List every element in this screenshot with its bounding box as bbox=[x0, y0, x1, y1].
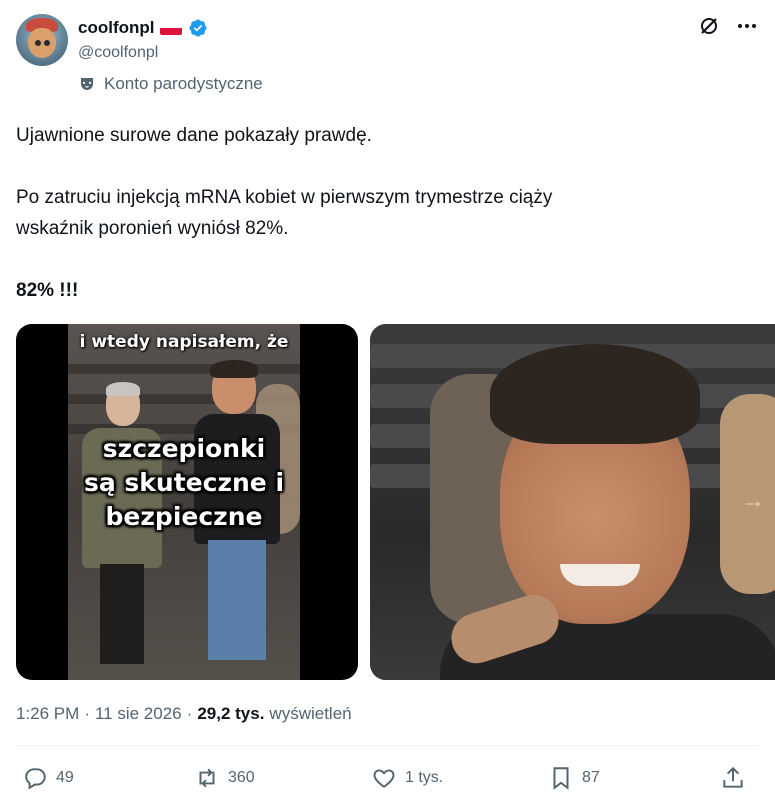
media-image-closeup[interactable]: → bbox=[370, 324, 775, 680]
repost-button[interactable]: 360 bbox=[194, 765, 255, 791]
meta-separator: · bbox=[84, 704, 90, 723]
meme-main-caption: szczepionki są skuteczne i bezpieczne bbox=[68, 432, 300, 534]
author-name-row: coolfonpl bbox=[78, 16, 208, 40]
tweet-time[interactable]: 1:26 PM bbox=[16, 704, 79, 724]
media-image-meme[interactable]: i wtedy napisałem, że szczepionki są sku… bbox=[16, 324, 358, 680]
views-count: 29,2 tys. bbox=[197, 704, 265, 723]
repost-count: 360 bbox=[228, 769, 255, 786]
reply-icon bbox=[22, 765, 48, 791]
tweet-line: Ujawnione surowe dane pokazały prawdę. bbox=[16, 125, 372, 146]
repost-icon bbox=[194, 765, 220, 791]
parody-label: Konto parodystyczne bbox=[104, 74, 263, 93]
next-image-arrow-icon[interactable]: → bbox=[736, 484, 770, 518]
divider bbox=[16, 745, 759, 746]
tweet-actions: 49 360 1 tys. 87 bbox=[16, 765, 759, 797]
author-display-name[interactable]: coolfonpl bbox=[78, 18, 154, 38]
reply-count: 49 bbox=[56, 769, 74, 786]
tweet-line: wskaźnik poronień wyniósł 82%. bbox=[16, 218, 289, 239]
bookmark-icon bbox=[548, 765, 574, 791]
tweet-text: Ujawnione surowe dane pokazały prawdę. P… bbox=[16, 120, 756, 306]
meme-caption-line: są skuteczne i bbox=[83, 468, 285, 497]
more-options-icon[interactable] bbox=[735, 14, 759, 38]
tweet-line: Po zatruciu injekcją mRNA kobiet w pierw… bbox=[16, 187, 553, 208]
tweet-date[interactable]: 11 sie 2026 bbox=[95, 704, 182, 724]
views-label: wyświetleń bbox=[269, 704, 352, 723]
media-gallery: i wtedy napisałem, że szczepionki są sku… bbox=[16, 324, 775, 680]
share-icon bbox=[720, 765, 746, 791]
like-button[interactable]: 1 tys. bbox=[371, 765, 443, 791]
meme-caption-line: szczepionki bbox=[102, 434, 266, 463]
like-count: 1 tys. bbox=[405, 769, 444, 786]
meta-separator: · bbox=[186, 704, 193, 723]
heart-icon bbox=[371, 765, 397, 791]
tweet-meta: 1:26 PM · 11 sie 2026 · 29,2 tys. wyświe… bbox=[16, 704, 352, 724]
bookmark-count: 87 bbox=[582, 769, 600, 786]
bookmark-button[interactable]: 87 bbox=[548, 765, 600, 791]
poland-flag-icon bbox=[160, 21, 183, 35]
grok-icon[interactable] bbox=[697, 14, 721, 38]
top-actions bbox=[697, 14, 759, 38]
share-button[interactable] bbox=[720, 765, 746, 791]
parody-label-row: Konto parodystyczne bbox=[78, 74, 263, 94]
meme-caption-line: bezpieczne bbox=[105, 502, 263, 531]
parody-mask-icon bbox=[78, 75, 96, 93]
avatar[interactable] bbox=[16, 14, 68, 66]
meme-top-caption: i wtedy napisałem, że bbox=[79, 332, 289, 352]
verified-badge-icon[interactable] bbox=[188, 18, 208, 38]
tweet-header: coolfonpl @coolfonpl Konto parodystyczne bbox=[16, 14, 759, 104]
tweet-line-bold: 82% !!! bbox=[16, 280, 79, 301]
author-handle[interactable]: @coolfonpl bbox=[78, 44, 158, 62]
reply-button[interactable]: 49 bbox=[22, 765, 74, 791]
